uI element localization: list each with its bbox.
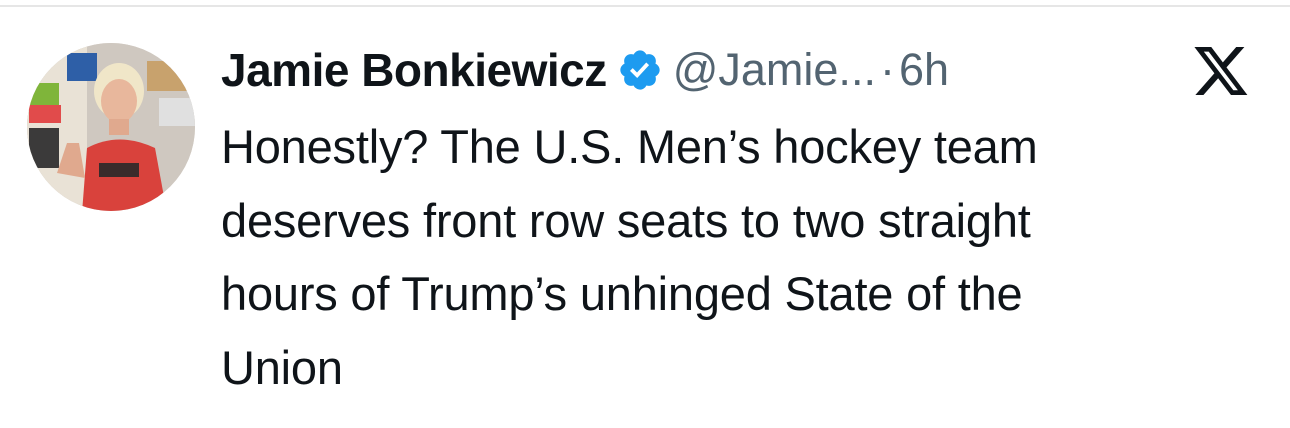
tweet-header: Jamie Bonkiewicz @Jamie... · 6h (221, 40, 949, 100)
tweet-timestamp[interactable]: 6h (899, 44, 949, 96)
top-divider (0, 5, 1290, 7)
tweet-text: Honestly? The U.S. Men’s hockey team des… (221, 120, 1038, 394)
verified-check-icon (617, 47, 663, 93)
avatar[interactable] (27, 43, 195, 211)
author-handle[interactable]: @Jamie... (673, 44, 876, 96)
header-separator: · (879, 44, 895, 95)
author-display-name[interactable]: Jamie Bonkiewicz (221, 43, 607, 97)
x-logo-icon[interactable] (1185, 47, 1257, 95)
